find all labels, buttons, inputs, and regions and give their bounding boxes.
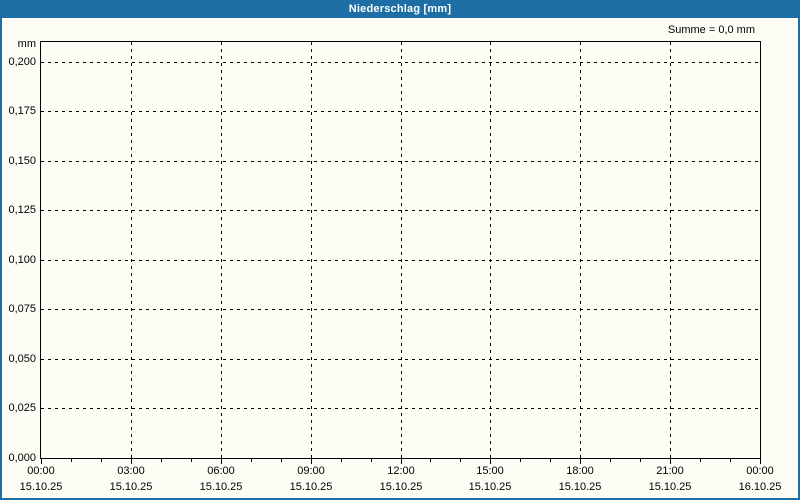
plot-area [40, 41, 761, 459]
x-gridline [490, 42, 491, 458]
y-tick-label: 0,150 [8, 155, 36, 167]
x-tick-date-label: 15.10.25 [19, 481, 63, 493]
x-axis-minor-tick [520, 459, 521, 462]
x-axis-minor-tick [71, 459, 72, 462]
x-axis-major-tick [41, 459, 42, 464]
chart-window: Niederschlag [mm] Summe = 0,0 mm mm 0,20… [0, 0, 800, 500]
x-axis-minor-tick [191, 459, 192, 462]
y-tick-label: 0,000 [8, 452, 36, 464]
y-tick-label: 0,125 [8, 204, 36, 216]
x-tick-time-label: 06:00 [207, 465, 235, 477]
sum-annotation: Summe = 0,0 mm [667, 24, 755, 36]
x-axis-major-tick [401, 459, 402, 464]
x-axis-minor-tick [371, 459, 372, 462]
x-gridline [311, 42, 312, 458]
y-tick-label: 0,100 [8, 254, 36, 266]
x-axis-major-tick [311, 459, 312, 464]
title-bar: Niederschlag [mm] [0, 0, 800, 18]
x-gridline [580, 42, 581, 458]
x-tick-time-label: 09:00 [297, 465, 325, 477]
x-axis-minor-tick [161, 459, 162, 462]
x-axis-major-tick [760, 459, 761, 464]
x-axis-major-tick [221, 459, 222, 464]
x-tick-time-label: 00:00 [27, 465, 55, 477]
x-axis-major-tick [580, 459, 581, 464]
x-axis-minor-tick [550, 459, 551, 462]
x-axis-minor-tick [430, 459, 431, 462]
x-tick-date-label: 16.10.25 [738, 481, 782, 493]
y-tick-label: 0,175 [8, 105, 36, 117]
x-axis-minor-tick [610, 459, 611, 462]
x-tick-date-label: 15.10.25 [648, 481, 692, 493]
x-tick-date-label: 15.10.25 [558, 481, 602, 493]
x-axis-minor-tick [281, 459, 282, 462]
x-tick-time-label: 00:00 [746, 465, 774, 477]
x-gridline [670, 42, 671, 458]
x-axis-minor-tick [251, 459, 252, 462]
x-gridline [401, 42, 402, 458]
x-axis-minor-tick [460, 459, 461, 462]
x-tick-date-label: 15.10.25 [199, 481, 243, 493]
x-axis-major-tick [490, 459, 491, 464]
x-tick-time-label: 18:00 [566, 465, 594, 477]
x-tick-time-label: 12:00 [387, 465, 415, 477]
x-axis-major-tick [131, 459, 132, 464]
x-axis-minor-tick [341, 459, 342, 462]
x-axis-minor-tick [700, 459, 701, 462]
x-gridline [131, 42, 132, 458]
y-tick-label: 0,075 [8, 303, 36, 315]
x-tick-date-label: 15.10.25 [379, 481, 423, 493]
y-axis-unit-label: mm [17, 38, 36, 50]
x-axis-minor-tick [101, 459, 102, 462]
x-tick-time-label: 21:00 [656, 465, 684, 477]
x-tick-date-label: 15.10.25 [109, 481, 153, 493]
x-tick-time-label: 03:00 [117, 465, 145, 477]
y-tick-label: 0,050 [8, 353, 36, 365]
y-tick-label: 0,200 [8, 56, 36, 68]
x-axis-major-tick [670, 459, 671, 464]
x-axis-minor-tick [640, 459, 641, 462]
x-gridline [221, 42, 222, 458]
x-tick-time-label: 15:00 [476, 465, 504, 477]
x-axis-minor-tick [730, 459, 731, 462]
y-tick-label: 0,025 [8, 402, 36, 414]
x-tick-date-label: 15.10.25 [468, 481, 512, 493]
x-tick-date-label: 15.10.25 [289, 481, 333, 493]
